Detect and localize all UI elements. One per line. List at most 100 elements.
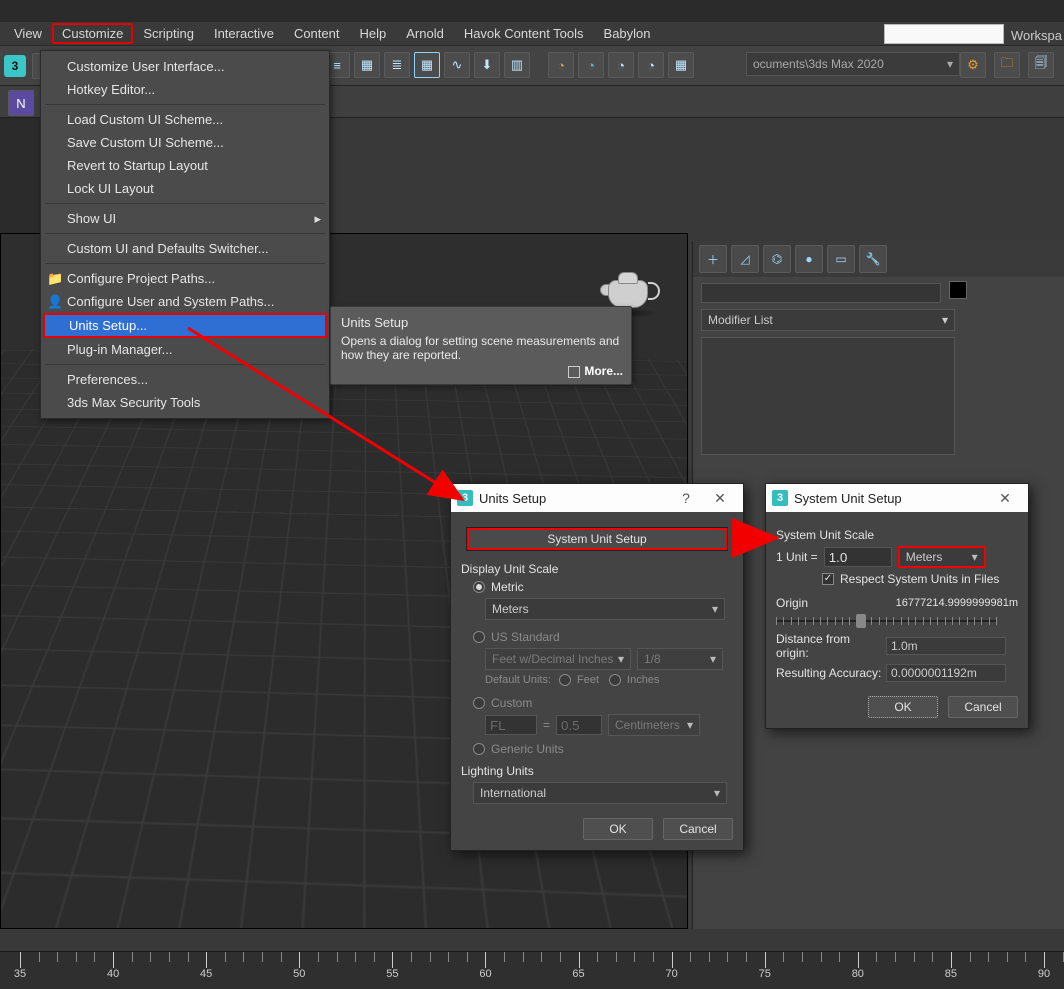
menu-view[interactable]: View xyxy=(4,23,52,44)
system-cancel-button[interactable]: Cancel xyxy=(948,696,1018,718)
system-unit-dialog: 3 System Unit Setup ✕ System Unit Scale … xyxy=(765,483,1029,729)
dd-show-ui[interactable]: Show UI xyxy=(41,207,329,230)
create-tab-icon[interactable]: ＋ xyxy=(699,245,727,273)
custom-radio-row[interactable]: Custom xyxy=(473,696,733,710)
dd-project-paths[interactable]: 📁Configure Project Paths... xyxy=(41,267,329,290)
unit-type-dropdown[interactable]: Meters xyxy=(898,546,986,568)
toolbar-sceneexplorer-icon[interactable]: ▦ xyxy=(414,52,440,78)
toolbar-material-icon[interactable]: ◔ xyxy=(548,52,574,78)
default-units-label: Default Units: xyxy=(485,674,551,686)
toolbar-curve-icon[interactable]: ∿ xyxy=(444,52,470,78)
toolbar-gear-icon[interactable]: ⚙ xyxy=(960,52,986,78)
one-unit-label: 1 Unit = xyxy=(776,550,818,564)
user-account-box[interactable] xyxy=(884,24,1004,44)
folder-icon: 📁 xyxy=(47,271,61,285)
us-fraction-dropdown: 1/8 xyxy=(637,648,723,670)
units-dialog-titlebar[interactable]: 3 Units Setup ? ✕ xyxy=(451,484,743,512)
motion-tab-icon[interactable]: ● xyxy=(795,245,823,273)
dd-security-tools[interactable]: 3ds Max Security Tools xyxy=(41,391,329,414)
ribbon-icon-1[interactable]: N xyxy=(8,90,34,116)
dd-load-scheme[interactable]: Load Custom UI Scheme... xyxy=(41,108,329,131)
metric-radio-row[interactable]: Metric xyxy=(473,580,733,594)
toolbar-render-setup-icon[interactable]: ◔ xyxy=(578,52,604,78)
close-icon[interactable]: ✕ xyxy=(703,490,737,507)
us-radio[interactable] xyxy=(473,631,485,643)
system-scale-label: System Unit Scale xyxy=(776,528,1018,542)
accuracy-label: Resulting Accuracy: xyxy=(776,666,886,680)
toolbar-render-icon[interactable]: ◔ xyxy=(638,52,664,78)
system-unit-setup-button[interactable]: System Unit Setup xyxy=(467,528,727,550)
app-icon: 3 xyxy=(772,490,788,506)
toolbar-save-icon[interactable]: 🗐 xyxy=(1028,52,1054,78)
lighting-unit-dropdown[interactable]: International xyxy=(473,782,727,804)
toolbar-table-icon[interactable]: ▦ xyxy=(354,52,380,78)
menu-customize[interactable]: Customize xyxy=(52,23,133,44)
feet-radio xyxy=(559,674,571,686)
unit-value-input[interactable] xyxy=(824,547,892,567)
hierarchy-tab-icon[interactable]: ⌬ xyxy=(763,245,791,273)
units-ok-button[interactable]: OK xyxy=(583,818,653,840)
units-cancel-button[interactable]: Cancel xyxy=(663,818,733,840)
custom-unit-dropdown: Centimeters xyxy=(608,714,700,736)
toolbar-folder-icon[interactable]: 🗀 xyxy=(994,52,1020,78)
dd-save-scheme[interactable]: Save Custom UI Scheme... xyxy=(41,131,329,154)
modifier-list-dropdown[interactable]: Modifier List xyxy=(701,309,955,331)
dd-user-system-paths[interactable]: 👤Configure User and System Paths... xyxy=(41,290,329,313)
us-unit-dropdown: Feet w/Decimal Inches xyxy=(485,648,631,670)
generic-radio-row[interactable]: Generic Units xyxy=(473,742,733,756)
utilities-tab-icon[interactable]: 🔧 xyxy=(859,245,887,273)
object-name-input[interactable] xyxy=(701,283,941,303)
external-link-icon xyxy=(568,366,580,378)
respect-units-checkbox[interactable] xyxy=(822,573,834,585)
help-button[interactable]: ? xyxy=(669,490,703,506)
custom-radio[interactable] xyxy=(473,697,485,709)
toolbar-layers-icon[interactable]: ≣ xyxy=(384,52,410,78)
close-icon[interactable]: ✕ xyxy=(988,490,1022,507)
toolbar-renderframe-icon[interactable]: ◔ xyxy=(608,52,634,78)
origin-slider[interactable] xyxy=(776,620,996,622)
toolbar-download-icon[interactable]: ⬇ xyxy=(474,52,500,78)
accuracy-value: 0.0000001192m xyxy=(886,664,1006,682)
menu-scripting[interactable]: Scripting xyxy=(133,23,204,44)
metric-radio[interactable] xyxy=(473,581,485,593)
dd-lock-layout[interactable]: Lock UI Layout xyxy=(41,177,329,200)
modify-tab-icon[interactable]: ◿ xyxy=(731,245,759,273)
modifier-stack[interactable] xyxy=(701,337,955,455)
display-unit-scale-label: Display Unit Scale xyxy=(461,562,733,576)
dd-customize-ui[interactable]: Customize User Interface... xyxy=(41,55,329,78)
app-logo-icon[interactable]: 3 xyxy=(4,55,26,77)
distance-value: 1.0m xyxy=(886,637,1006,655)
units-dialog-title: Units Setup xyxy=(479,491,546,506)
toolbar-grid-icon[interactable]: ▦ xyxy=(668,52,694,78)
system-dialog-title: System Unit Setup xyxy=(794,491,902,506)
custom-fl-input xyxy=(485,715,537,735)
metric-unit-dropdown[interactable]: Meters xyxy=(485,598,725,620)
time-ruler[interactable]: 354045505560657075808590 xyxy=(0,951,1064,989)
generic-radio[interactable] xyxy=(473,743,485,755)
dd-defaults-switcher[interactable]: Custom UI and Defaults Switcher... xyxy=(41,237,329,260)
menu-content[interactable]: Content xyxy=(284,23,350,44)
menu-interactive[interactable]: Interactive xyxy=(204,23,284,44)
dd-plugin-manager[interactable]: Plug-in Manager... xyxy=(41,338,329,361)
app-icon: 3 xyxy=(457,490,473,506)
dd-units-setup[interactable]: Units Setup... xyxy=(43,313,327,338)
project-path-dropdown[interactable]: ocuments\3ds Max 2020 xyxy=(746,52,960,76)
lighting-units-label: Lighting Units xyxy=(461,764,733,778)
us-radio-row[interactable]: US Standard xyxy=(473,630,733,644)
dd-preferences[interactable]: Preferences... xyxy=(41,368,329,391)
display-tab-icon[interactable]: ▭ xyxy=(827,245,855,273)
object-color-swatch[interactable] xyxy=(949,281,967,299)
menu-help[interactable]: Help xyxy=(349,23,396,44)
dd-revert-layout[interactable]: Revert to Startup Layout xyxy=(41,154,329,177)
system-ok-button[interactable]: OK xyxy=(868,696,938,718)
tooltip-more-link[interactable]: More... xyxy=(568,364,623,378)
user-icon: 👤 xyxy=(47,294,61,308)
respect-units-label: Respect System Units in Files xyxy=(840,572,999,586)
menu-babylon[interactable]: Babylon xyxy=(594,23,661,44)
dd-hotkey-editor[interactable]: Hotkey Editor... xyxy=(41,78,329,101)
workspace-label[interactable]: Workspa xyxy=(1011,28,1062,43)
system-dialog-titlebar[interactable]: 3 System Unit Setup ✕ xyxy=(766,484,1028,512)
toolbar-schematic-icon[interactable]: ▥ xyxy=(504,52,530,78)
menu-arnold[interactable]: Arnold xyxy=(396,23,454,44)
menu-havok[interactable]: Havok Content Tools xyxy=(454,23,594,44)
